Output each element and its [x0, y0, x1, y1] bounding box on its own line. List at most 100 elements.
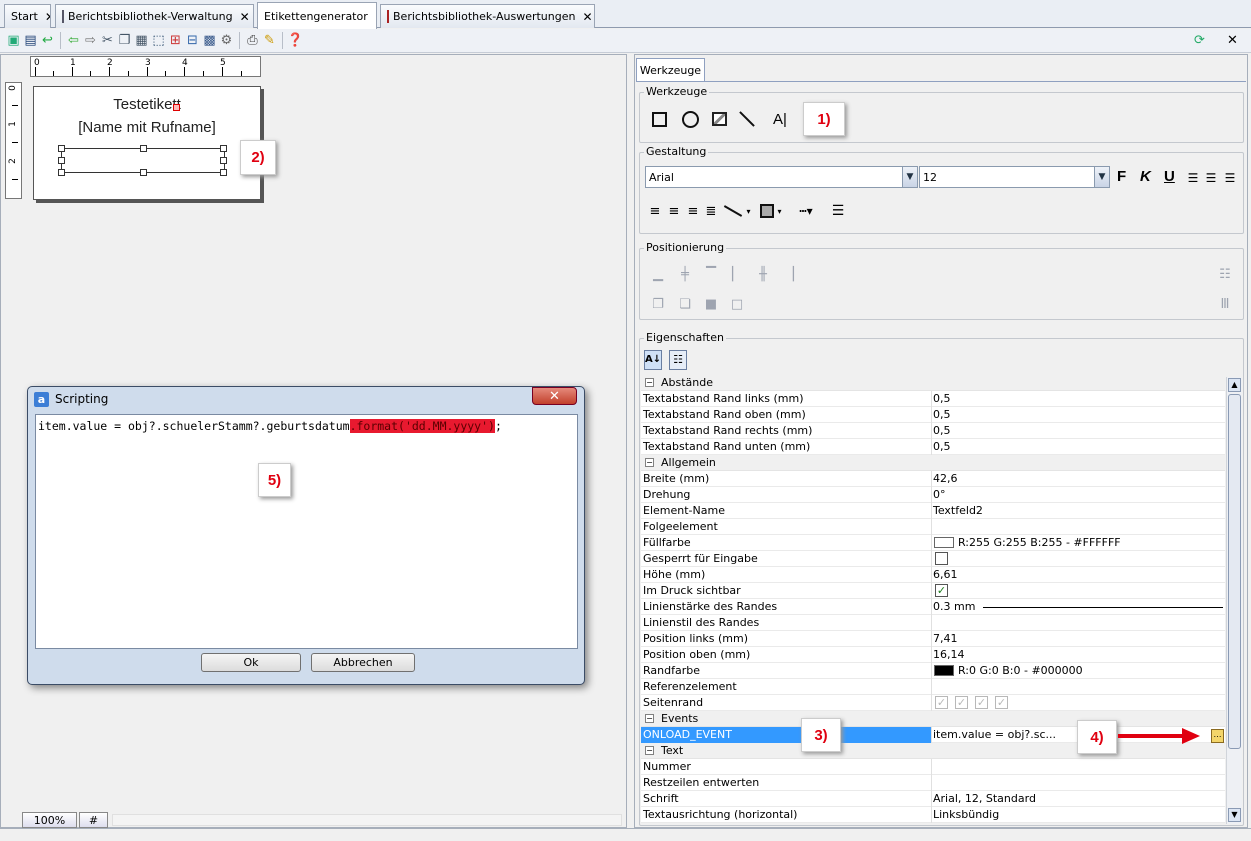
property-value[interactable]: 0,5	[933, 440, 951, 453]
ellipsis-button[interactable]: …	[1211, 729, 1224, 743]
property-row[interactable]: Linienstärke des Randes 0.3 mm	[641, 599, 1225, 615]
property-grid-scrollbar[interactable]: ▲ ▼	[1226, 377, 1242, 824]
align-top-icon[interactable]: ▔	[704, 267, 718, 282]
property-row[interactable]: Breite (mm) 42,6	[641, 471, 1225, 487]
ok-button[interactable]: Ok	[201, 653, 301, 672]
align-center-icon[interactable]: ≡	[664, 201, 684, 221]
cut-icon[interactable]: ✂	[99, 32, 116, 49]
fill-color-icon[interactable]: ▾	[755, 201, 787, 221]
border-style-icon[interactable]: ┅▾	[794, 201, 818, 221]
property-row[interactable]: Textausrichtung (horizontal) Linksbündig	[641, 807, 1225, 823]
settings-icon[interactable]: ⚙	[218, 32, 235, 49]
grid-icon[interactable]: ▩	[201, 32, 218, 49]
checkbox[interactable]: ✓	[955, 696, 968, 709]
collapse-icon[interactable]: −	[645, 746, 654, 755]
valign-top-icon[interactable]: ☰	[1183, 168, 1203, 188]
property-row[interactable]: Schrift Arial, 12, Standard	[641, 791, 1225, 807]
tab-berichtsbibliothek-auswertungen[interactable]: Berichtsbibliothek-Auswertungen ✕	[380, 4, 595, 28]
clear-icon[interactable]: ✎	[261, 32, 278, 49]
arrow-right-icon[interactable]: ⇨	[82, 32, 99, 49]
resize-handle[interactable]	[220, 157, 227, 164]
property-row[interactable]: Referenzelement	[641, 679, 1225, 695]
property-row[interactable]: Textabstand Rand links (mm) 0,5	[641, 391, 1225, 407]
property-row[interactable]: Folgeelement	[641, 519, 1225, 535]
property-row[interactable]: Höhe (mm) 6,61	[641, 567, 1225, 583]
chevron-down-icon[interactable]: ▼	[1094, 167, 1109, 187]
select-all-icon[interactable]: ⬚	[150, 32, 167, 49]
tab-etikettengenerator[interactable]: Etikettengenerator ✕	[257, 2, 377, 29]
property-value[interactable]: 0°	[933, 488, 946, 501]
close-icon[interactable]: ✕	[375, 9, 376, 23]
align-bottom-icon[interactable]: ▁	[651, 267, 665, 282]
grid-toggle-button[interactable]: #	[79, 812, 108, 828]
property-value[interactable]: 0,5	[933, 408, 951, 421]
label-canvas[interactable]: Testetikett [Name mit Rufname]	[33, 86, 261, 200]
close-panel-icon[interactable]: ✕	[1224, 32, 1241, 49]
close-icon[interactable]: ✕	[45, 10, 50, 24]
sort-alphabetical-icon[interactable]: A↓	[644, 350, 662, 370]
align-middle-icon[interactable]: ╪	[678, 267, 692, 282]
align-left-edge-icon[interactable]: ▏	[730, 267, 744, 282]
copy-icon[interactable]: ❐	[116, 32, 133, 49]
property-row[interactable]: Im Druck sichtbar ✓	[641, 583, 1225, 599]
property-value[interactable]: item.value = obj?.sc...	[933, 728, 1056, 741]
bring-forward-icon[interactable]: ❐	[651, 297, 665, 312]
align-right-edge-icon[interactable]: ▕	[782, 267, 796, 282]
refresh-icon[interactable]: ⟳	[1191, 32, 1208, 49]
font-size-select[interactable]: 12 ▼	[919, 166, 1110, 188]
valign-bottom-icon[interactable]: ☰	[1220, 168, 1240, 188]
underline-button[interactable]: U	[1164, 168, 1175, 185]
undo-icon[interactable]: ↩	[39, 32, 56, 49]
property-value[interactable]: Arial, 12, Standard	[933, 792, 1036, 805]
script-code-line[interactable]: item.value = obj?.schuelerStamm?.geburts…	[38, 419, 502, 433]
print-icon[interactable]: ⎙	[244, 32, 261, 49]
bring-to-front-icon[interactable]: ■	[704, 297, 718, 312]
close-icon[interactable]: ✕	[582, 10, 592, 24]
font-family-select[interactable]: Arial ▼	[645, 166, 918, 188]
paste-icon[interactable]: ▦	[133, 32, 150, 49]
checkbox[interactable]: ✓	[935, 696, 948, 709]
resize-handle[interactable]	[140, 169, 147, 176]
property-value[interactable]: 7,41	[933, 632, 958, 645]
save-icon[interactable]: ▤	[22, 32, 39, 49]
align-right-icon[interactable]: ≡	[683, 201, 703, 221]
image-icon[interactable]	[709, 109, 729, 129]
property-value[interactable]: 6,61	[933, 568, 958, 581]
close-icon[interactable]: ✕	[240, 10, 250, 24]
checkbox[interactable]: ✓	[935, 584, 948, 597]
italic-button[interactable]: K	[1140, 168, 1151, 185]
collapse-icon[interactable]: −	[645, 458, 654, 467]
property-value[interactable]: 0,5	[933, 424, 951, 437]
circle-icon[interactable]	[680, 109, 700, 129]
distribute-horizontal-icon[interactable]: Ⅲ	[1218, 297, 1232, 312]
label-title-text[interactable]: Testetikett	[34, 96, 260, 113]
property-row[interactable]: Position links (mm) 7,41	[641, 631, 1225, 647]
send-to-back-icon[interactable]: □	[730, 297, 744, 312]
text-tool-icon[interactable]: A|	[770, 109, 790, 129]
property-value[interactable]: Textfeld2	[933, 504, 983, 517]
resize-handle[interactable]	[220, 145, 227, 152]
property-category[interactable]: − Text	[641, 743, 1225, 759]
selected-textfield[interactable]	[58, 145, 227, 176]
property-row[interactable]: Nummer	[641, 759, 1225, 775]
tab-start[interactable]: Start ✕	[4, 4, 51, 28]
bold-button[interactable]: F	[1117, 168, 1126, 185]
resize-handle[interactable]	[220, 169, 227, 176]
new-icon[interactable]: ▣	[5, 32, 22, 49]
align-justify-icon[interactable]: ≣	[701, 201, 721, 221]
property-row[interactable]: Textabstand Rand rechts (mm) 0,5	[641, 423, 1225, 439]
property-value[interactable]: R:0 G:0 B:0 - #000000	[958, 664, 1083, 677]
tab-berichtsbibliothek-verwaltung[interactable]: Berichtsbibliothek-Verwaltung ✕	[55, 4, 254, 28]
sort-category-icon[interactable]: ☷	[669, 350, 687, 370]
property-value[interactable]: 0,5	[933, 392, 951, 405]
property-value[interactable]: 16,14	[933, 648, 965, 661]
property-row[interactable]: Linienstil des Randes	[641, 615, 1225, 631]
magnet-icon[interactable]: ⊟	[184, 32, 201, 49]
line-icon[interactable]	[737, 109, 757, 129]
property-row[interactable]: Gesperrt für Eingabe	[641, 551, 1225, 567]
help-icon[interactable]: ❓	[287, 32, 304, 49]
property-row[interactable]: Randfarbe R:0 G:0 B:0 - #000000	[641, 663, 1225, 679]
resize-handle[interactable]	[58, 157, 65, 164]
send-backward-icon[interactable]: ❏	[678, 297, 692, 312]
resize-handle[interactable]	[140, 145, 147, 152]
